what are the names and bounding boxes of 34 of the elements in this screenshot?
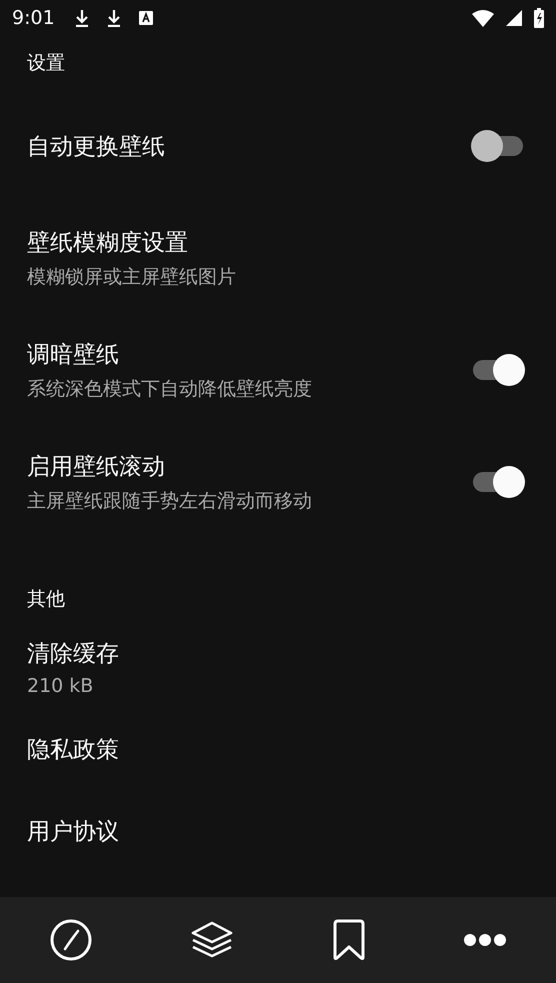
settings-item[interactable]: 清除缓存 210 kB bbox=[0, 626, 556, 708]
font-icon bbox=[138, 11, 153, 25]
download-icon bbox=[74, 9, 89, 27]
settings-item[interactable]: 调暗壁纸 系统深色模式下自动降低壁纸亮度 bbox=[0, 314, 556, 426]
toggle-switch[interactable] bbox=[471, 464, 525, 500]
settings-item[interactable]: 自动更换壁纸 bbox=[0, 90, 556, 202]
download-icon bbox=[106, 9, 121, 27]
item-subtitle: 系统深色模式下自动降低壁纸亮度 bbox=[27, 376, 313, 402]
settings-item[interactable]: 壁纸模糊度设置 模糊锁屏或主屏壁纸图片 bbox=[0, 202, 556, 314]
bookmark-icon[interactable] bbox=[332, 919, 365, 961]
item-subtitle: 210 kB bbox=[27, 674, 94, 696]
item-title: 调暗壁纸 bbox=[27, 340, 120, 370]
item-title: 壁纸模糊度设置 bbox=[27, 228, 189, 258]
toggle-switch[interactable] bbox=[471, 352, 525, 388]
signal-icon bbox=[506, 10, 522, 26]
layers-icon[interactable] bbox=[191, 921, 234, 959]
item-title: 用户协议 bbox=[27, 818, 120, 846]
item-title: 自动更换壁纸 bbox=[27, 132, 166, 162]
item-subtitle: 主屏壁纸跟随手势左右滑动而移动 bbox=[27, 488, 313, 514]
section-header: 其他 bbox=[26, 587, 66, 612]
battery-icon bbox=[534, 8, 544, 28]
settings-item[interactable]: 启用壁纸滚动 主屏壁纸跟随手势左右滑动而移动 bbox=[0, 426, 556, 538]
item-subtitle: 模糊锁屏或主屏壁纸图片 bbox=[27, 264, 237, 290]
status-time: 9:01 bbox=[12, 7, 55, 29]
settings-item[interactable]: 用户协议 bbox=[0, 790, 556, 872]
item-title: 清除缓存 bbox=[27, 640, 120, 668]
compass-icon[interactable] bbox=[50, 919, 92, 961]
item-title: 启用壁纸滚动 bbox=[27, 452, 166, 482]
settings-item[interactable]: 隐私政策 bbox=[0, 708, 556, 790]
toggle-switch[interactable] bbox=[471, 128, 525, 164]
more-icon[interactable] bbox=[464, 933, 506, 947]
item-title: 隐私政策 bbox=[27, 736, 120, 764]
wifi-icon bbox=[472, 10, 494, 26]
section-header: 设置 bbox=[26, 51, 66, 76]
